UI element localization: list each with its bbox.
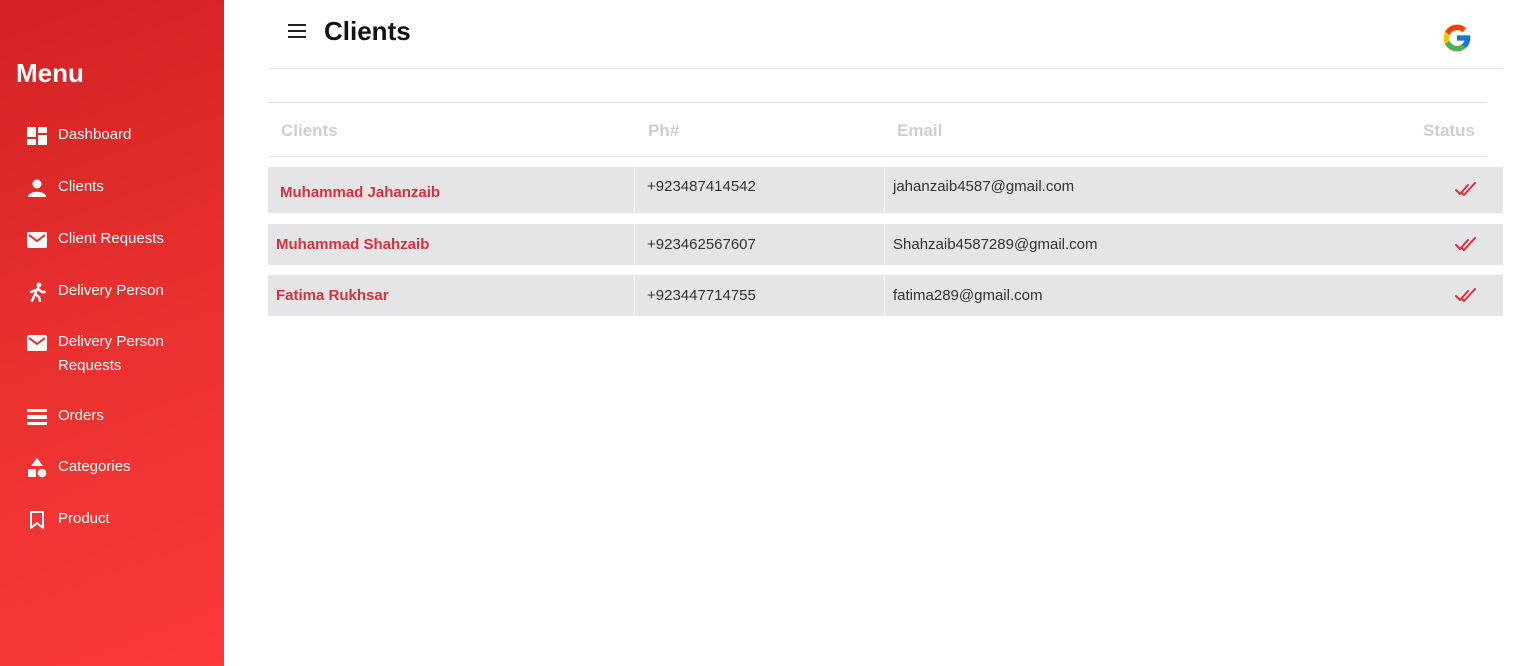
client-phone: +923462567607 [647,236,756,253]
column-header-clients: Clients [281,121,338,140]
sidebar-item-label: Delivery Person Requests [58,333,164,374]
bookmark-icon [26,509,48,531]
running-person-icon [26,281,48,303]
table-row[interactable]: Muhammad Shahzaib +923462567607 Shahzaib… [268,224,1503,265]
column-header-phone: Ph# [648,121,680,140]
list-icon [26,406,48,428]
client-name: Muhammad Jahanzaib [280,183,441,201]
client-phone: +923487414542 [647,178,756,195]
client-email: jahanzaib4587@gmail.com [893,178,1075,195]
sidebar-item-label: Orders [58,407,104,424]
sidebar-item-label: Dashboard [58,126,132,143]
column-divider [634,224,635,265]
sidebar-item-orders[interactable]: Orders [26,406,178,428]
sidebar-item-label: Product [58,510,110,527]
sidebar-item-label: Clients [58,178,104,195]
client-name: Fatima Rukhsar [276,287,389,304]
column-header-status: Status [1423,121,1475,140]
sidebar-item-label: Delivery Person [58,282,164,299]
table-header: Clients Ph# Email Status [268,102,1487,157]
google-icon[interactable] [1441,22,1473,54]
sidebar-item-delivery-person-requests[interactable]: Delivery Person Requests [26,332,178,378]
column-divider [634,275,635,316]
sidebar-item-product[interactable]: Product [26,509,178,531]
shapes-icon [26,457,48,479]
sidebar-item-label: Client Requests [58,230,164,247]
client-email: Shahzaib4587289@gmail.com [893,236,1098,253]
sidebar: Menu Dashboard Clients Client Requests D… [0,0,224,666]
sidebar-item-categories[interactable]: Categories [26,457,178,479]
column-divider [884,167,885,213]
page-title: Clients [324,16,411,46]
mail-icon [26,229,48,251]
sidebar-item-delivery-person[interactable]: Delivery Person [26,281,178,303]
column-divider [634,167,635,213]
mail-icon [26,332,48,354]
column-divider [884,224,885,265]
person-icon [26,177,48,199]
column-header-email: Email [897,121,943,140]
dashboard-icon [26,125,48,147]
client-email: fatima289@gmail.com [893,287,1043,304]
sidebar-item-client-requests[interactable]: Client Requests [26,229,178,251]
menu-title: Menu [16,58,84,88]
sidebar-item-label: Categories [58,458,131,475]
column-divider [884,275,885,316]
hamburger-icon[interactable] [288,24,306,40]
table-row[interactable]: Fatima Rukhsar +923447714755 fatima289@g… [268,275,1503,316]
double-check-icon [1455,182,1479,198]
double-check-icon [1455,287,1479,304]
top-header: Clients [268,0,1503,69]
table-row[interactable]: Muhammad Jahanzaib +923487414542 jahanza… [268,167,1503,213]
client-name: Muhammad Shahzaib [276,236,430,253]
app: Menu Dashboard Clients Client Requests D… [0,0,1517,666]
double-check-icon [1455,236,1479,253]
sidebar-item-dashboard[interactable]: Dashboard [26,125,178,147]
client-phone: +923447714755 [647,287,756,304]
sidebar-item-clients[interactable]: Clients [26,177,178,199]
